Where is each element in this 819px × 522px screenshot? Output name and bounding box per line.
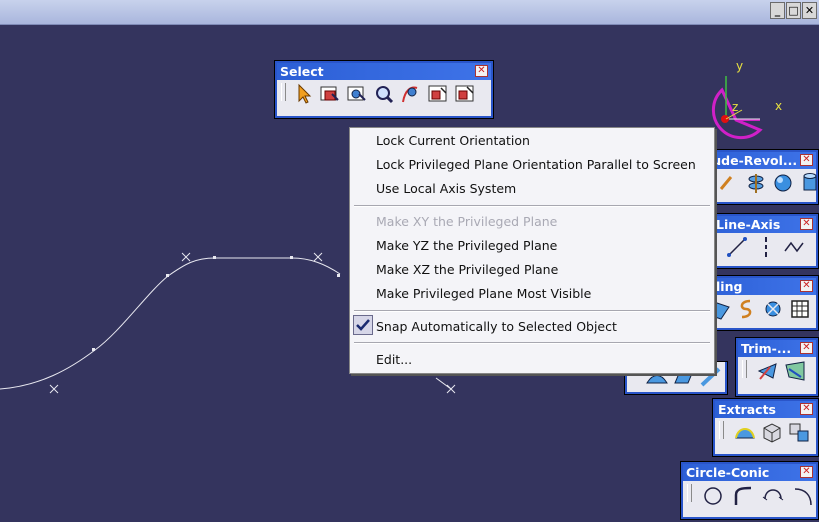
selection-trap-icon[interactable] — [318, 82, 342, 106]
select-toolbar[interactable]: Select ✕ — [275, 61, 493, 118]
spine-icon[interactable] — [761, 297, 785, 321]
snap-checkmark-box — [353, 315, 373, 335]
menu-separator — [354, 310, 710, 312]
sketch-points[interactable] — [92, 256, 340, 351]
axis-z-label: z — [732, 100, 738, 114]
sketch-curve[interactable] — [0, 257, 341, 390]
menu-item-use-local-axis-system[interactable]: Use Local Axis System — [376, 181, 516, 196]
extracts-toolbar-title: Extracts — [718, 402, 777, 417]
close-button[interactable]: ✕ — [802, 2, 817, 19]
axis-icon[interactable] — [754, 235, 778, 259]
close-icon[interactable]: ✕ — [800, 218, 813, 230]
outside-trap-icon[interactable] — [426, 82, 450, 106]
context-menu: Lock Current Orientation Lock Privileged… — [349, 127, 715, 374]
extracts-toolbar-header[interactable]: Extracts ✕ — [715, 401, 816, 418]
trim-toolbar[interactable]: Trim-... ✕ — [736, 338, 818, 396]
connect-curve-icon[interactable] — [761, 483, 785, 507]
boundary-icon[interactable] — [733, 420, 757, 444]
extrude-icon[interactable] — [717, 171, 741, 195]
polyline-icon[interactable] — [783, 235, 807, 259]
close-icon[interactable]: ✕ — [800, 466, 813, 478]
grid-icon[interactable] — [788, 297, 812, 321]
conic-icon[interactable] — [791, 483, 815, 507]
select-toolbar-header[interactable]: Select ✕ — [277, 63, 491, 80]
menu-separator — [354, 205, 710, 207]
circle-conic-toolbar[interactable]: Circle-Conic ✕ — [681, 462, 818, 519]
close-icon[interactable]: ✕ — [800, 403, 813, 415]
menu-separator — [354, 342, 710, 344]
outside-intersecting-trap-icon[interactable] — [453, 82, 477, 106]
toolbar-grip[interactable] — [719, 421, 724, 439]
polygon-trap-icon[interactable] — [372, 82, 396, 106]
line-icon[interactable] — [725, 235, 749, 259]
close-icon[interactable]: ✕ — [475, 65, 488, 77]
trim-toolbar-title: Trim-... — [741, 341, 792, 356]
free-hand-trap-icon[interactable] — [399, 82, 423, 106]
toolbar-grip[interactable] — [687, 484, 692, 502]
menu-item-edit[interactable]: Edit... — [376, 352, 412, 367]
menu-item-snap-automatically[interactable]: Snap Automatically to Selected Object — [376, 319, 617, 334]
multiple-extract-icon[interactable] — [787, 420, 811, 444]
axis-x-label: x — [775, 99, 782, 113]
window-titlebar: _ □ ✕ — [0, 0, 819, 25]
maximize-button[interactable]: □ — [786, 2, 801, 19]
toolbar-grip[interactable] — [281, 83, 286, 101]
split-icon[interactable] — [756, 359, 780, 383]
cylinder-icon[interactable] — [798, 171, 819, 195]
menu-item-make-yz-privileged[interactable]: Make YZ the Privileged Plane — [376, 238, 557, 253]
corner-icon[interactable] — [731, 483, 755, 507]
menu-item-make-privileged-plane-most-visible[interactable]: Make Privileged Plane Most Visible — [376, 286, 591, 301]
menu-item-lock-current-orientation[interactable]: Lock Current Orientation — [376, 133, 530, 148]
extracts-toolbar[interactable]: Extracts ✕ — [713, 399, 818, 456]
extract-icon[interactable] — [760, 420, 784, 444]
trim-toolbar-header[interactable]: Trim-... ✕ — [738, 340, 816, 357]
spiral-icon[interactable] — [734, 297, 758, 321]
revolve-icon[interactable] — [744, 171, 768, 195]
menu-item-make-xy-privileged: Make XY the Privileged Plane — [376, 214, 558, 229]
toolbar-grip[interactable] — [742, 360, 747, 378]
circle-conic-toolbar-title: Circle-Conic — [686, 465, 770, 480]
close-icon[interactable]: ✕ — [800, 280, 813, 292]
select-arrow-icon[interactable] — [291, 82, 315, 106]
circle-icon[interactable] — [701, 483, 725, 507]
sphere-icon[interactable] — [771, 171, 795, 195]
minimize-button[interactable]: _ — [770, 2, 785, 19]
checkmark-icon — [356, 319, 370, 331]
circle-conic-toolbar-header[interactable]: Circle-Conic ✕ — [683, 464, 816, 481]
axis-y-label: y — [736, 59, 743, 73]
intersecting-trap-icon[interactable] — [345, 82, 369, 106]
trim-icon[interactable] — [783, 359, 807, 383]
select-toolbar-title: Select — [280, 64, 324, 79]
window-controls: _ □ ✕ — [770, 2, 817, 19]
menu-item-make-xz-privileged[interactable]: Make XZ the Privileged Plane — [376, 262, 558, 277]
close-icon[interactable]: ✕ — [800, 342, 813, 354]
close-icon[interactable]: ✕ — [800, 154, 813, 166]
menu-item-lock-privileged-plane[interactable]: Lock Privileged Plane Orientation Parall… — [376, 157, 696, 172]
